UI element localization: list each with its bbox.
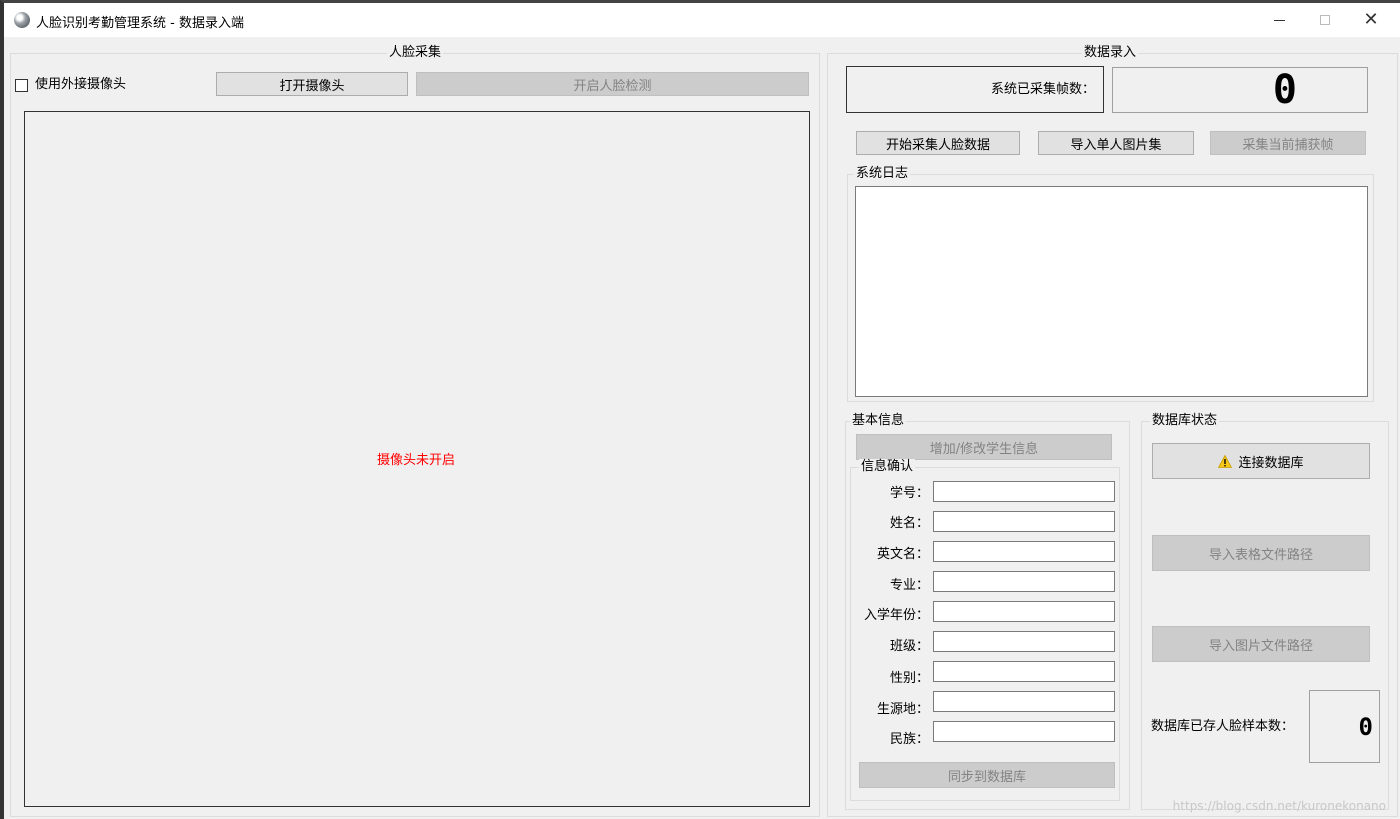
basic-info-title: 基本信息 [850, 413, 907, 429]
system-log-group: 系统日志 [847, 166, 1374, 402]
import-single-images-button[interactable]: 导入单人图片集 [1038, 131, 1194, 155]
db-status-group: 数据库状态 连接数据库 导入表格文件路径 导入图片文件路径 数据库已存人脸样本数… [1141, 413, 1389, 810]
window-title: 人脸识别考勤管理系统 - 数据录入端 [36, 16, 244, 31]
db-samples-label: 数据库已存人脸样本数： [1151, 719, 1295, 734]
start-collect-button[interactable]: 开始采集人脸数据 [856, 131, 1020, 155]
info-confirm-title: 信息确认 [859, 459, 916, 475]
frames-count-digit: 0 [1272, 67, 1297, 113]
info-confirm-group: 信息确认 学号： 姓名： 英文名： 专业： 入学年份： 班级： 性别： 生源地：… [850, 459, 1120, 801]
frames-label: 系统已采集帧数： [990, 82, 1095, 97]
face-capture-group: 人脸采集 使用外接摄像头 打开摄像头 开启人脸检测 摄像头未开启 [10, 45, 820, 817]
face-capture-title: 人脸采集 [387, 45, 444, 61]
field-input-ethnicity[interactable] [933, 721, 1115, 742]
db-samples-counter: 0 [1309, 690, 1380, 763]
frames-counter: 0 [1112, 67, 1368, 113]
field-label-student-id: 学号： [889, 486, 929, 501]
field-label-major: 专业： [889, 578, 929, 593]
db-status-title: 数据库状态 [1150, 413, 1220, 429]
field-input-major[interactable] [933, 571, 1115, 592]
field-label-ethnicity: 民族： [889, 732, 929, 747]
title-bar[interactable]: 人脸识别考勤管理系统 - 数据录入端 ✕ [4, 3, 1400, 37]
basic-info-group: 基本信息 增加/修改学生信息 信息确认 学号： 姓名： 英文名： 专业： 入学年… [845, 413, 1130, 810]
app-window: 人脸识别考勤管理系统 - 数据录入端 ✕ 人脸采集 使用外接摄像头 打开摄像头 … [0, 0, 1400, 819]
app-logo-icon [14, 12, 30, 28]
system-log-title: 系统日志 [854, 166, 911, 182]
connect-db-button[interactable]: 连接数据库 [1152, 443, 1370, 479]
db-samples-digit: 0 [1358, 712, 1373, 741]
field-input-origin[interactable] [933, 691, 1115, 712]
field-label-class: 班级： [889, 639, 929, 654]
add-modify-student-button[interactable]: 增加/修改学生信息 [856, 434, 1112, 460]
field-label-origin: 生源地： [876, 702, 929, 717]
open-camera-button[interactable]: 打开摄像头 [216, 72, 408, 96]
field-input-name[interactable] [933, 511, 1115, 532]
data-entry-group: 数据录入 系统已采集帧数： 0 开始采集人脸数据 导入单人图片集 采集当前捕获帧… [827, 45, 1398, 817]
external-camera-checkbox[interactable] [15, 79, 28, 92]
connect-db-label: 连接数据库 [1238, 455, 1304, 471]
field-label-enroll-year: 入学年份： [863, 608, 929, 623]
camera-preview: 摄像头未开启 [24, 111, 810, 807]
capture-current-frame-button[interactable]: 采集当前捕获帧 [1210, 131, 1366, 155]
face-detect-button[interactable]: 开启人脸检测 [416, 72, 809, 96]
maximize-icon [1320, 15, 1330, 25]
data-entry-title: 数据录入 [1082, 45, 1139, 61]
warning-icon [1218, 454, 1233, 468]
watermark-text: https://blog.csdn.net/kuronekonano [1172, 799, 1386, 813]
field-input-enroll-year[interactable] [933, 601, 1115, 622]
field-input-gender[interactable] [933, 661, 1115, 682]
frames-label-box: 系统已采集帧数： [846, 66, 1104, 113]
import-table-path-button[interactable]: 导入表格文件路径 [1152, 535, 1370, 571]
field-input-student-id[interactable] [933, 481, 1115, 502]
field-input-class[interactable] [933, 631, 1115, 652]
close-icon: ✕ [1363, 9, 1379, 30]
camera-status-text: 摄像头未开启 [377, 453, 456, 468]
maximize-button[interactable] [1302, 3, 1348, 37]
field-label-english-name: 英文名： [876, 547, 929, 562]
sync-to-db-button[interactable]: 同步到数据库 [859, 762, 1115, 788]
import-image-path-button[interactable]: 导入图片文件路径 [1152, 626, 1370, 662]
minimize-icon [1273, 19, 1285, 21]
minimize-button[interactable] [1256, 3, 1302, 37]
field-label-gender: 性别： [889, 671, 929, 686]
field-label-name: 姓名： [889, 516, 929, 531]
system-log-textarea[interactable] [855, 186, 1368, 397]
close-button[interactable]: ✕ [1348, 3, 1394, 37]
external-camera-label: 使用外接摄像头 [35, 77, 127, 92]
field-input-english-name[interactable] [933, 541, 1115, 562]
